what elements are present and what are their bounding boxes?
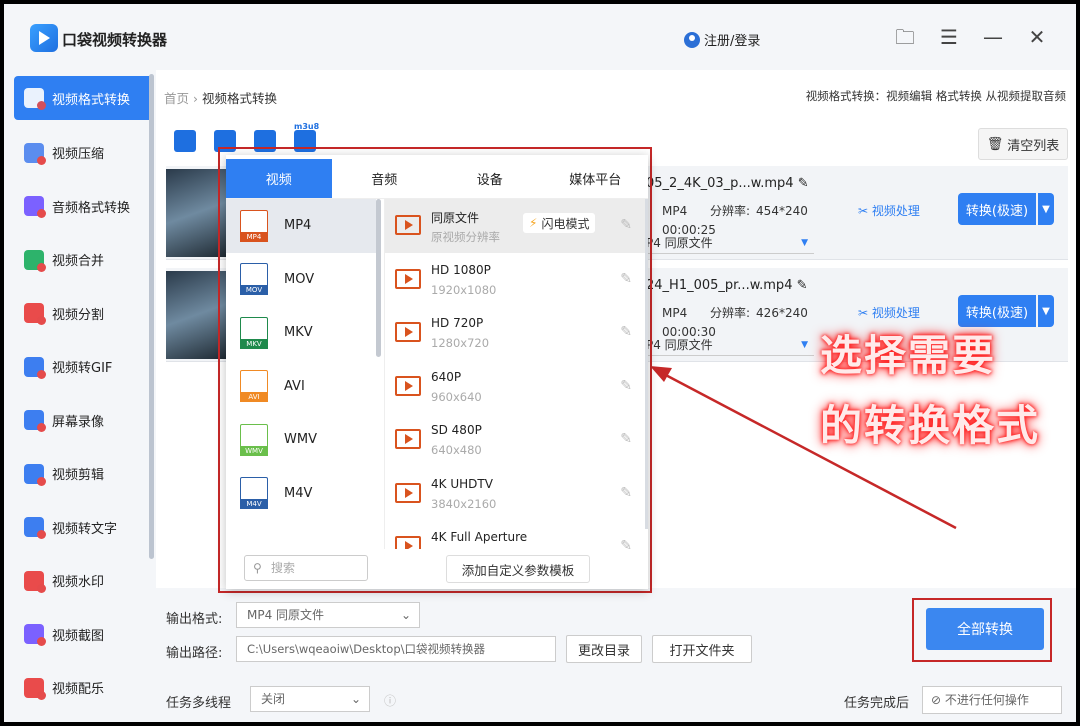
preset-item[interactable]: 640P 960x640 ✎ [385,360,648,414]
video-film-icon [395,482,421,503]
format-badge: M4V [240,499,268,510]
flash-mode-badge[interactable]: ⚡ 闪电模式 [523,213,596,233]
preset-item[interactable]: 同原文件原视频分辨率 ⚡ 闪电模式 ✎ [385,199,648,253]
preset-item[interactable]: HD 1080P 1920x1080 ✎ [385,253,648,307]
format-name: M4V [284,485,313,501]
format-name: MOV [284,271,315,287]
format-item-mkv[interactable]: MKV MKV [226,306,376,360]
format-badge: WMV [240,445,268,456]
preset-item[interactable]: 4K Full Aperture ✎ [385,520,648,549]
preset-resolution: 1920x1080 [431,282,497,297]
preset-resolution: 原视频分辨率 [431,230,500,244]
lightning-icon: ⚡ [529,216,538,230]
format-name: AVI [284,378,305,394]
search-placeholder: 搜索 [271,561,296,575]
format-name: MKV [284,325,313,341]
video-film-icon [395,268,421,289]
app-window: 口袋视频转换器 注册/登录 🗀 ☰ — ✕ 视频格式转换 视频压缩 音频格式转换 视频… [4,4,1076,722]
edit-icon[interactable]: ✎ [620,324,632,340]
format-item-m4v[interactable]: M4V M4V [226,467,376,521]
flash-mode-label: 闪电模式 [541,216,590,231]
preset-item[interactable]: 4K UHDTV 3840x2160 ✎ [385,467,648,521]
format-popup: 视频 音频 设备 媒体平台 MP4 MP4 MOV MOV MKV MKV AVI AVI WMV WM… [226,155,648,589]
preset-resolution: 1280x720 [431,336,490,350]
file-format-icon: MOV [240,263,268,296]
video-film-icon [395,322,421,342]
preset-name: 同原文件 [431,211,480,225]
tab-3[interactable]: 媒体平台 [543,159,649,198]
format-badge: AVI [240,392,268,403]
tab-1[interactable]: 音频 [332,159,438,198]
edit-icon[interactable]: ✎ [620,217,632,233]
file-format-icon: AVI [240,370,268,403]
file-format-icon: MKV [240,316,268,349]
edit-icon[interactable]: ✎ [620,431,632,447]
format-search-input[interactable]: ⚲ 搜索 [244,555,368,581]
preset-name: SD 480P [431,423,482,437]
edit-icon[interactable]: ✎ [620,538,632,549]
preset-name: HD 720P [431,316,484,330]
edit-icon[interactable]: ✎ [620,485,632,501]
format-list: MP4 MP4 MOV MOV MKV MKV AVI AVI WMV WMV M4V M4V MPGM… [226,199,376,529]
search-icon: ⚲ [253,561,262,575]
arrow-line [659,370,957,530]
preset-name: 4K UHDTV [431,476,493,491]
video-film-icon [395,429,421,449]
add-template-button[interactable]: 添加自定义参数模板 [446,555,590,583]
format-name: WMV [284,432,317,448]
preset-item[interactable]: HD 720P 1280x720 ✎ [385,306,648,360]
format-badge: MOV [240,285,268,296]
preset-name: HD 1080P [431,262,491,277]
tab-2[interactable]: 设备 [437,159,543,198]
format-tabs: 视频 音频 设备 媒体平台 [226,159,648,199]
file-format-icon: WMV [240,423,268,456]
preset-list: 同原文件 原视频分辨率 ⚡ 闪电模式 ✎ HD 1080P 1920x1080 ✎ HD 720… [384,199,648,549]
preset-resolution: 640x480 [431,443,482,457]
format-item-mpg[interactable]: MPGMPG [226,520,376,529]
preset-name: 640P [431,369,462,384]
preset-name: 4K Full Aperture [431,530,528,544]
format-item-mov[interactable]: MOV MOV [226,253,376,307]
format-item-mp4[interactable]: MP4 MP4 [226,199,376,253]
video-film-icon [395,536,421,549]
format-badge: MKV [240,338,268,349]
file-format-icon: M4V [240,477,268,510]
preset-item[interactable]: SD 480P 640x480 ✎ [385,413,648,467]
format-name: MP4 [284,218,312,234]
preset-resolution: 960x640 [431,389,482,404]
format-list-scrollbar[interactable] [376,199,381,357]
preset-list-scrollbar[interactable] [645,199,648,529]
preset-resolution: 3840x2160 [431,496,497,511]
format-item-wmv[interactable]: WMV WMV [226,413,376,467]
video-film-icon [395,215,421,235]
arrow-head [650,366,672,382]
edit-icon[interactable]: ✎ [620,271,632,287]
video-film-icon [395,375,421,396]
file-format-icon: MP4 [240,209,268,242]
format-badge: MP4 [240,231,268,242]
format-item-avi[interactable]: AVI AVI [226,360,376,414]
tab-0[interactable]: 视频 [226,159,332,198]
edit-icon[interactable]: ✎ [620,378,632,394]
